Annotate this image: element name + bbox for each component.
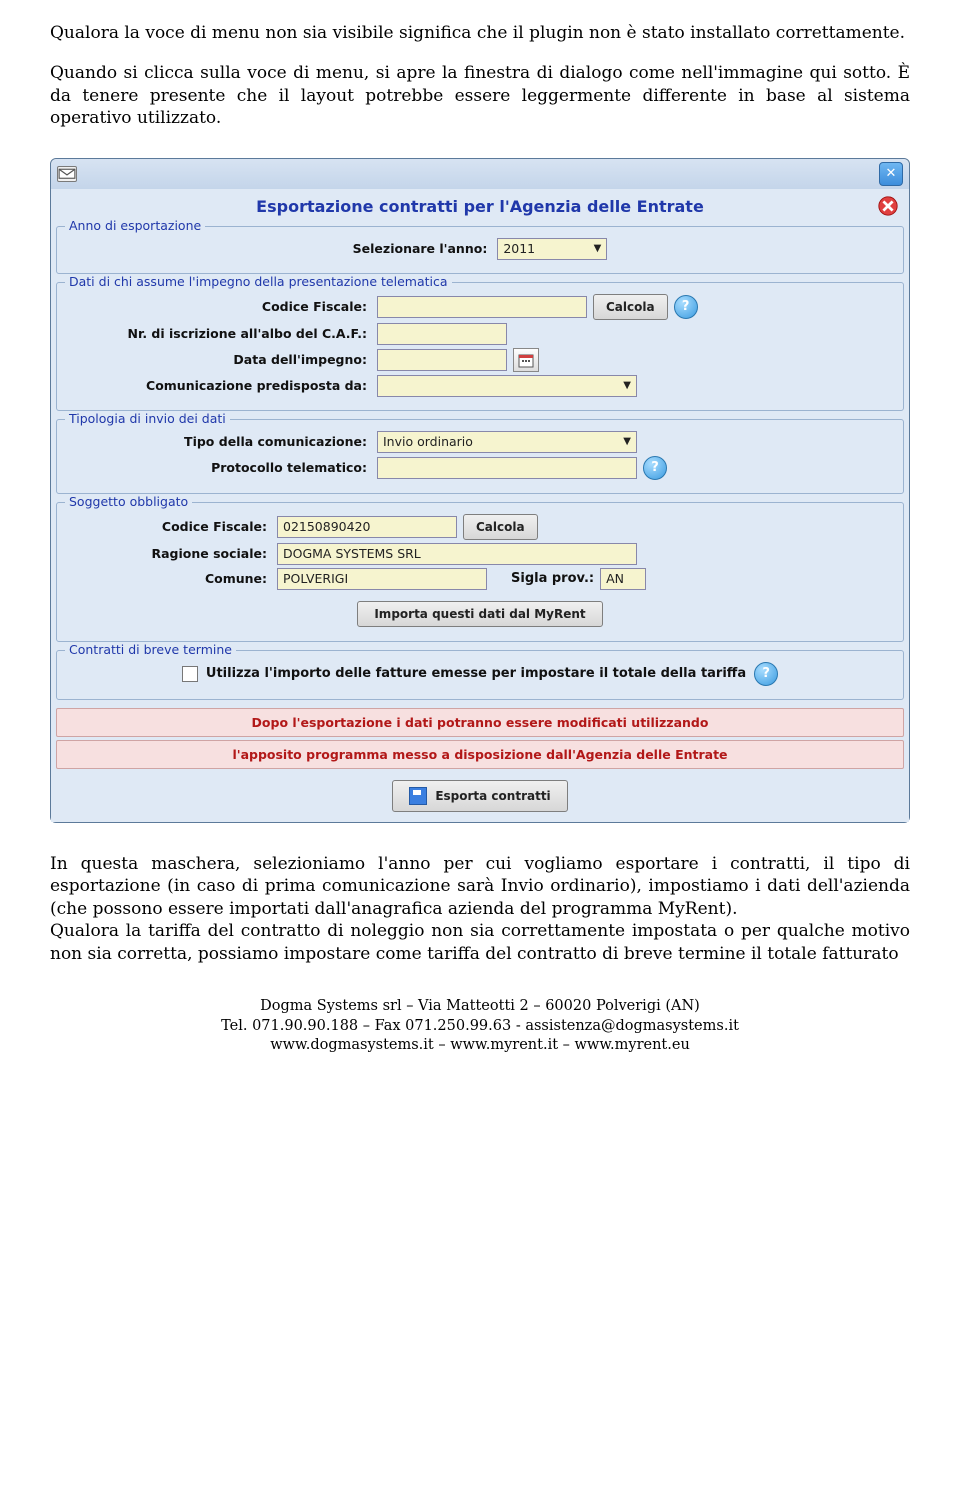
label-proto: Protocollo telematico: bbox=[67, 460, 377, 475]
label-year: Selezionare l'anno: bbox=[353, 241, 498, 256]
fieldset-subject: Soggetto obbligato Codice Fiscale: Calco… bbox=[56, 502, 904, 642]
info-banner-2: l'apposito programma messo a disposizion… bbox=[56, 740, 904, 769]
intro-p2: Quando si clicca sulla voce di menu, si … bbox=[50, 62, 910, 129]
calendar-button[interactable] bbox=[513, 348, 539, 372]
date-input[interactable] bbox=[377, 349, 507, 371]
label-date: Data dell'impegno: bbox=[67, 352, 377, 367]
dialog-title: Esportazione contratti per l'Agenzia del… bbox=[256, 197, 704, 216]
legend-presenter: Dati di chi assume l'impegno della prese… bbox=[65, 274, 452, 289]
label-comune: Comune: bbox=[67, 571, 277, 586]
window-titlebar: ✕ bbox=[51, 159, 909, 189]
page-footer: Dogma Systems srl – Via Matteotti 2 – 60… bbox=[50, 997, 910, 1056]
legend-subject: Soggetto obbligato bbox=[65, 494, 192, 509]
fieldset-short: Contratti di breve termine Utilizza l'im… bbox=[56, 650, 904, 700]
proto-input[interactable] bbox=[377, 457, 637, 479]
chevron-down-icon: ▼ bbox=[623, 436, 631, 447]
info-banner-1: Dopo l'esportazione i dati potranno esse… bbox=[56, 708, 904, 737]
legend-year: Anno di esportazione bbox=[65, 218, 205, 233]
import-myrent-button[interactable]: Importa questi dati dal MyRent bbox=[357, 601, 602, 627]
label-type: Tipo della comunicazione: bbox=[67, 434, 377, 449]
footer-line-3: www.dogmasystems.it – www.myrent.it – ww… bbox=[50, 1036, 910, 1056]
short-check-label: Utilizza l'importo delle fatture emesse … bbox=[206, 666, 746, 681]
label-cf: Codice Fiscale: bbox=[67, 299, 377, 314]
label-subj-cf: Codice Fiscale: bbox=[67, 519, 277, 534]
type-select[interactable]: Invio ordinario ▼ bbox=[377, 431, 637, 453]
outro-p1: In questa maschera, selezioniamo l'anno … bbox=[50, 853, 910, 920]
footer-line-1: Dogma Systems srl – Via Matteotti 2 – 60… bbox=[50, 997, 910, 1017]
short-checkbox[interactable] bbox=[182, 666, 198, 682]
fieldset-type: Tipologia di invio dei dati Tipo della c… bbox=[56, 419, 904, 494]
intro-text: Qualora la voce di menu non sia visibile… bbox=[50, 22, 910, 130]
save-icon bbox=[409, 787, 427, 805]
type-value: Invio ordinario bbox=[383, 434, 473, 449]
outro-p2: Qualora la tariffa del contratto di nole… bbox=[50, 920, 910, 965]
chevron-down-icon: ▼ bbox=[623, 380, 631, 391]
footer-line-2: Tel. 071.90.90.188 – Fax 071.250.99.63 -… bbox=[50, 1017, 910, 1037]
comm-select[interactable]: ▼ bbox=[377, 375, 637, 397]
window-frame: ✕ Esportazione contratti per l'Agenzia d… bbox=[50, 158, 910, 823]
dialog-screenshot: ✕ Esportazione contratti per l'Agenzia d… bbox=[50, 158, 910, 823]
window-system-icon bbox=[57, 166, 77, 182]
year-value: 2011 bbox=[503, 241, 535, 256]
subj-calcola-button[interactable]: Calcola bbox=[463, 514, 538, 540]
label-sigla: Sigla prov.: bbox=[511, 571, 594, 586]
label-caf: Nr. di iscrizione all'albo del C.A.F.: bbox=[67, 326, 377, 341]
label-comm: Comunicazione predisposta da: bbox=[67, 378, 377, 393]
label-ragione: Ragione sociale: bbox=[67, 546, 277, 561]
comune-input[interactable] bbox=[277, 568, 487, 590]
help-icon[interactable]: ? bbox=[643, 456, 667, 480]
sigla-input[interactable] bbox=[600, 568, 646, 590]
chevron-down-icon: ▼ bbox=[594, 243, 602, 254]
fieldset-presenter: Dati di chi assume l'impegno della prese… bbox=[56, 282, 904, 411]
legend-type: Tipologia di invio dei dati bbox=[65, 411, 230, 426]
export-button[interactable]: Esporta contratti bbox=[392, 780, 567, 812]
calcola-button[interactable]: Calcola bbox=[593, 294, 668, 320]
help-icon[interactable]: ? bbox=[674, 295, 698, 319]
dialog-close-icon[interactable] bbox=[877, 195, 899, 217]
year-select[interactable]: 2011 ▼ bbox=[497, 238, 607, 260]
caf-input[interactable] bbox=[377, 323, 507, 345]
cf-input[interactable] bbox=[377, 296, 587, 318]
fieldset-year: Anno di esportazione Selezionare l'anno:… bbox=[56, 226, 904, 274]
help-icon[interactable]: ? bbox=[754, 662, 778, 686]
ragione-input[interactable] bbox=[277, 543, 637, 565]
outro-text: In questa maschera, selezioniamo l'anno … bbox=[50, 853, 910, 965]
window-close-button[interactable]: ✕ bbox=[879, 162, 903, 186]
intro-p1: Qualora la voce di menu non sia visibile… bbox=[50, 22, 910, 44]
legend-short: Contratti di breve termine bbox=[65, 642, 236, 657]
subj-cf-input[interactable] bbox=[277, 516, 457, 538]
